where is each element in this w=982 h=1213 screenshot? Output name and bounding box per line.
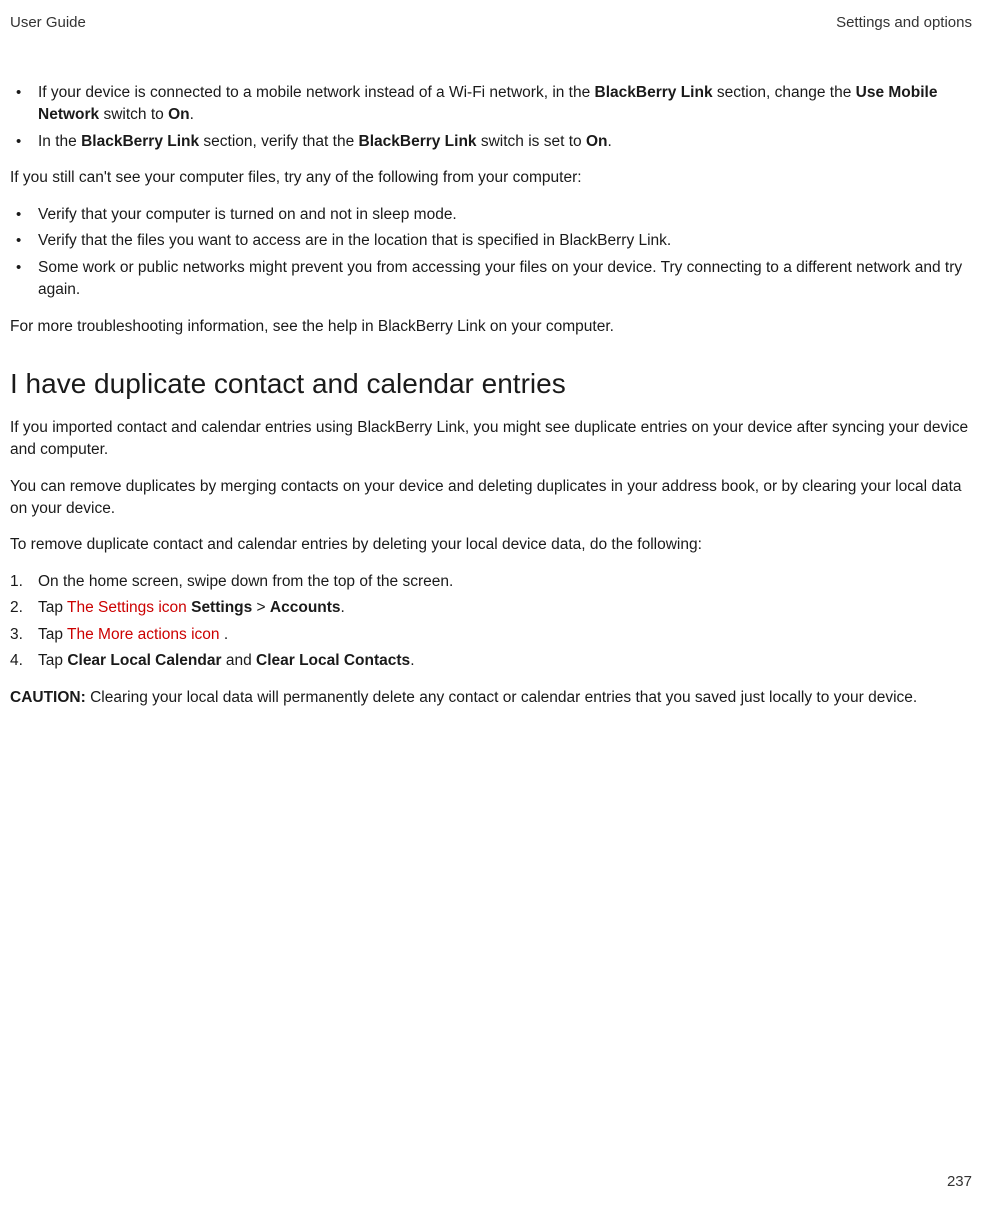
bullet-list-1: If your device is connected to a mobile … [10, 82, 972, 153]
text: > [252, 599, 270, 616]
text: . [220, 626, 229, 643]
section-heading: I have duplicate contact and calendar en… [10, 364, 972, 405]
paragraph: To remove duplicate contact and calendar… [10, 534, 972, 556]
page-header: User Guide Settings and options [10, 12, 972, 34]
text: switch is set to [477, 133, 586, 150]
paragraph: You can remove duplicates by merging con… [10, 476, 972, 521]
numbered-list: On the home screen, swipe down from the … [10, 571, 972, 673]
text: and [222, 652, 256, 669]
step-item: Tap The Settings icon Settings > Account… [10, 597, 972, 619]
step-item: On the home screen, swipe down from the … [10, 571, 972, 593]
text: . [607, 133, 611, 150]
settings-icon: The Settings icon [67, 599, 187, 616]
page-number: 237 [947, 1171, 972, 1193]
caution-text: Clearing your local data will permanentl… [86, 689, 917, 706]
text: switch to [99, 106, 168, 123]
bold-text: Settings [187, 599, 252, 616]
text: . [410, 652, 414, 669]
bold-text: BlackBerry Link [81, 133, 199, 150]
text: section, verify that the [199, 133, 358, 150]
paragraph: If you still can't see your computer fil… [10, 167, 972, 189]
paragraph: If you imported contact and calendar ent… [10, 417, 972, 462]
bullet-item: Some work or public networks might preve… [10, 257, 972, 302]
text: section, change the [713, 84, 856, 101]
more-actions-icon: The More actions icon [67, 626, 220, 643]
text: Tap [38, 652, 67, 669]
header-left: User Guide [10, 12, 86, 34]
bold-text: On [586, 133, 608, 150]
page-content: If your device is connected to a mobile … [10, 82, 972, 710]
paragraph: For more troubleshooting information, se… [10, 316, 972, 338]
caution-label: CAUTION: [10, 689, 86, 706]
bold-text: BlackBerry Link [359, 133, 477, 150]
bullet-item: If your device is connected to a mobile … [10, 82, 972, 127]
bold-text: Clear Local Calendar [67, 652, 221, 669]
header-right: Settings and options [836, 12, 972, 34]
bold-text: On [168, 106, 190, 123]
text: . [341, 599, 345, 616]
caution-paragraph: CAUTION: Clearing your local data will p… [10, 687, 972, 709]
text: . [190, 106, 194, 123]
text: If your device is connected to a mobile … [38, 84, 595, 101]
bold-text: BlackBerry Link [595, 84, 713, 101]
bold-text: Accounts [270, 599, 341, 616]
step-item: Tap Clear Local Calendar and Clear Local… [10, 650, 972, 672]
text: In the [38, 133, 81, 150]
text: Tap [38, 599, 67, 616]
bullet-item: Verify that the files you want to access… [10, 230, 972, 252]
bullet-item: In the BlackBerry Link section, verify t… [10, 131, 972, 153]
step-item: Tap The More actions icon . [10, 624, 972, 646]
bullet-list-2: Verify that your computer is turned on a… [10, 204, 972, 302]
bullet-item: Verify that your computer is turned on a… [10, 204, 972, 226]
text: Tap [38, 626, 67, 643]
bold-text: Clear Local Contacts [256, 652, 410, 669]
